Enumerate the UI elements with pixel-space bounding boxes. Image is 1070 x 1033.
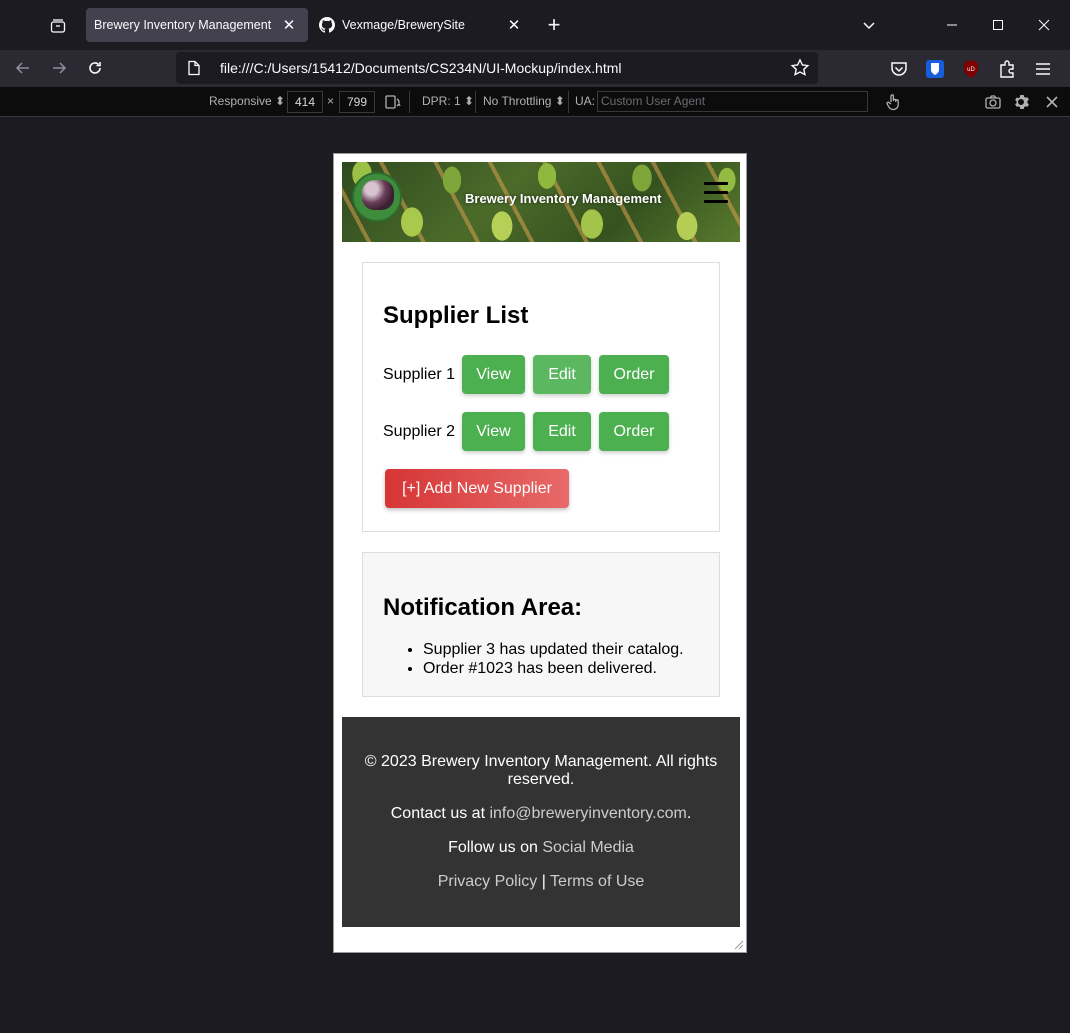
firefox-view-button[interactable] xyxy=(40,10,76,42)
viewport-width-input[interactable]: 414 xyxy=(287,91,323,113)
pocket-icon[interactable] xyxy=(889,59,909,79)
view-button[interactable]: View xyxy=(462,355,525,394)
site-title: Brewery Inventory Management xyxy=(465,191,662,206)
hops-image xyxy=(362,180,394,210)
close-window-button[interactable] xyxy=(1024,8,1064,42)
social-media-link[interactable]: Social Media xyxy=(542,839,634,856)
responsive-design-toolbar: Responsive ⬍ 414 × 799 DPR: 1 ⬍ No Throt… xyxy=(0,87,1070,117)
add-supplier-button[interactable]: [+] Add New Supplier xyxy=(385,469,569,508)
hamburger-menu-icon[interactable] xyxy=(704,182,728,204)
minimize-icon xyxy=(947,24,957,26)
legal-links: Privacy Policy | Terms of Use xyxy=(342,873,740,891)
privacy-policy-link[interactable]: Privacy Policy xyxy=(438,873,538,890)
terms-of-use-link[interactable]: Terms of Use xyxy=(550,873,644,890)
copyright-text: © 2023 Brewery Inventory Management. All… xyxy=(364,753,718,788)
device-viewport: Brewery Inventory Management Supplier Li… xyxy=(333,153,747,953)
settings-gear-icon[interactable] xyxy=(1012,93,1030,111)
forward-arrow-icon xyxy=(53,62,67,74)
chevron-down-icon xyxy=(863,22,875,30)
maximize-icon xyxy=(993,20,1003,30)
close-icon[interactable]: ✕ xyxy=(278,14,300,36)
tab-github[interactable]: Vexmage/BrewerySite ✕ xyxy=(311,8,533,42)
dimension-separator: × xyxy=(327,94,335,108)
divider xyxy=(475,91,476,113)
user-agent-input[interactable]: Custom User Agent xyxy=(597,91,868,112)
throttling-selector[interactable]: No Throttling ⬍ xyxy=(483,94,565,108)
order-button[interactable]: Order xyxy=(599,412,669,451)
back-arrow-icon xyxy=(15,62,29,74)
resize-handle-icon[interactable] xyxy=(734,940,744,950)
notification-list: Supplier 3 has updated their catalog. Or… xyxy=(383,640,699,678)
notification-area: Notification Area: Supplier 3 has update… xyxy=(362,552,720,697)
tab-title: Vexmage/BrewerySite xyxy=(342,18,465,32)
follow-line: Follow us on Social Media xyxy=(342,839,740,857)
ua-label: UA: xyxy=(575,94,596,108)
tab-brewery[interactable]: Brewery Inventory Management ✕ xyxy=(86,8,308,42)
page-icon xyxy=(188,60,200,76)
svg-text:uD: uD xyxy=(967,67,975,73)
supplier-list-section: Supplier List Supplier 1 View Edit Order… xyxy=(362,262,720,532)
section-heading: Notification Area: xyxy=(383,594,583,621)
ublock-icon[interactable]: uD xyxy=(961,59,981,79)
url-bar[interactable]: file:///C:/Users/15412/Documents/CS234N/… xyxy=(176,52,818,84)
divider xyxy=(409,91,410,113)
site-header: Brewery Inventory Management xyxy=(342,162,740,242)
extensions-icon[interactable] xyxy=(997,59,1017,79)
supplier-row: Supplier 1 View Edit Order xyxy=(383,355,699,394)
link-separator: | xyxy=(537,873,551,890)
list-item: Order #1023 has been delivered. xyxy=(423,659,699,678)
firefox-view-icon xyxy=(50,19,66,33)
contact-prefix: Contact us at xyxy=(390,805,490,822)
github-icon xyxy=(319,17,335,33)
screenshot-icon[interactable] xyxy=(984,93,1002,111)
new-tab-button[interactable]: + xyxy=(540,10,568,40)
view-button[interactable]: View xyxy=(462,412,525,451)
touch-simulation-icon[interactable] xyxy=(884,93,902,111)
navigation-toolbar: file:///C:/Users/15412/Documents/CS234N/… xyxy=(0,50,1070,87)
forward-button[interactable] xyxy=(44,53,74,83)
rotate-icon[interactable] xyxy=(384,93,402,111)
close-icon xyxy=(1038,19,1050,31)
list-all-tabs-button[interactable] xyxy=(849,8,889,42)
close-icon[interactable] xyxy=(1043,93,1061,111)
device-selector[interactable]: Responsive ⬍ xyxy=(209,94,285,108)
supplier-name: Supplier 1 xyxy=(383,365,456,383)
site-footer: © 2023 Brewery Inventory Management. All… xyxy=(342,717,740,927)
supplier-row: Supplier 2 View Edit Order xyxy=(383,412,699,451)
minimize-button[interactable] xyxy=(932,8,972,42)
section-heading: Supplier List xyxy=(383,302,529,329)
tab-strip: Brewery Inventory Management ✕ Vexmage/B… xyxy=(0,0,1070,50)
dpr-label: DPR: 1 xyxy=(422,94,461,108)
maximize-button[interactable] xyxy=(978,8,1018,42)
supplier-name: Supplier 2 xyxy=(383,422,456,440)
follow-prefix: Follow us on xyxy=(448,839,543,856)
dpr-selector[interactable]: DPR: 1 ⬍ xyxy=(422,94,474,108)
logo[interactable] xyxy=(352,172,402,222)
tab-title: Brewery Inventory Management xyxy=(94,18,272,32)
order-button[interactable]: Order xyxy=(599,355,669,394)
page-body: Brewery Inventory Management Supplier Li… xyxy=(342,162,740,927)
divider xyxy=(568,91,569,113)
star-icon[interactable] xyxy=(790,58,810,78)
edit-button[interactable]: Edit xyxy=(533,355,591,394)
edit-button[interactable]: Edit xyxy=(533,412,591,451)
close-icon[interactable]: ✕ xyxy=(503,14,525,36)
reload-button[interactable] xyxy=(80,53,110,83)
contact-suffix: . xyxy=(686,805,692,822)
email-link[interactable]: info@breweryinventory.com xyxy=(489,805,686,822)
device-label: Responsive xyxy=(209,94,272,108)
back-button[interactable] xyxy=(8,53,38,83)
viewport-height-input[interactable]: 799 xyxy=(339,91,375,113)
throttling-label: No Throttling xyxy=(483,94,552,108)
url-text: file:///C:/Users/15412/Documents/CS234N/… xyxy=(220,60,622,76)
bitwarden-icon[interactable] xyxy=(925,59,945,79)
menu-icon[interactable] xyxy=(1033,59,1053,79)
list-item: Supplier 3 has updated their catalog. xyxy=(423,640,699,659)
reload-icon xyxy=(89,62,101,74)
contact-line: Contact us at info@breweryinventory.com. xyxy=(342,805,740,823)
